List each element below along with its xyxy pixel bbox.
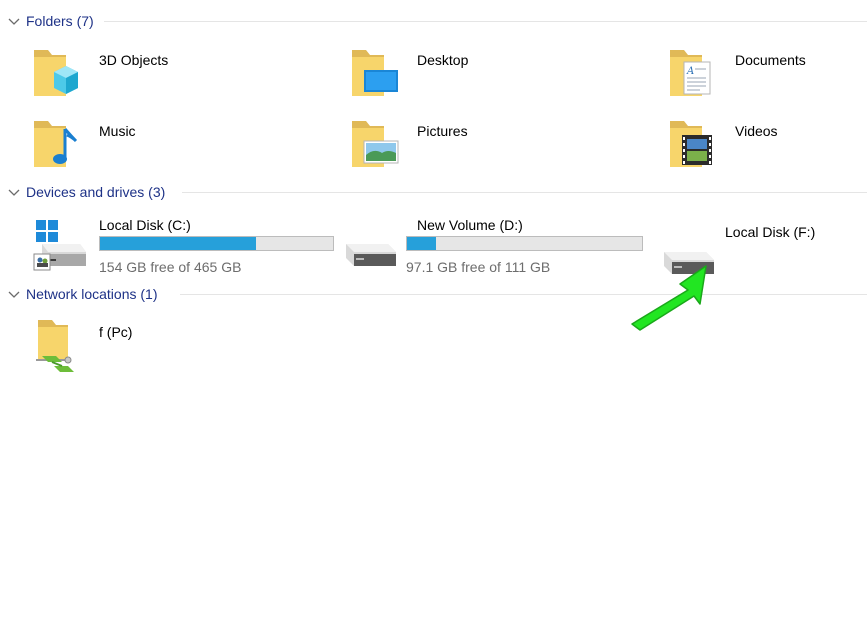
- drive-name: Local Disk (C:): [99, 217, 191, 233]
- 3d-objects-folder-icon: [34, 50, 78, 96]
- group-divider: [180, 294, 867, 295]
- folder-item-pictures[interactable]: Pictures: [328, 113, 628, 175]
- chevron-down-icon[interactable]: [8, 289, 20, 299]
- drive-free-space: 154 GB free of 465 GB: [99, 259, 242, 275]
- folder-item-3d-objects[interactable]: 3D Objects: [10, 42, 310, 104]
- drive-usage-fill: [100, 237, 256, 250]
- windows-system-drive-icon: [33, 220, 86, 271]
- group-title-folders: Folders (7): [26, 13, 94, 29]
- svg-text:A: A: [686, 66, 694, 77]
- folder-item-videos[interactable]: Videos: [646, 113, 861, 175]
- drive-free-space: 97.1 GB free of 111 GB: [406, 259, 551, 275]
- videos-folder-icon: [670, 121, 712, 167]
- drive-usage-bar: [406, 236, 643, 251]
- music-folder-icon: [34, 121, 78, 167]
- group-title-network: Network locations (1): [26, 286, 158, 302]
- desktop-folder-icon: [352, 50, 398, 96]
- network-location-name: f (Pc): [99, 324, 133, 340]
- chevron-down-icon[interactable]: [8, 16, 20, 26]
- drive-item-d[interactable]: New Volume (D:) 97.1 GB free of 111 GB: [328, 212, 646, 275]
- network-folder-icon: [36, 320, 74, 372]
- folder-item-music[interactable]: Music: [10, 113, 310, 175]
- drive-usage-bar: [99, 236, 334, 251]
- folder-name: Pictures: [417, 123, 468, 139]
- drive-name: Local Disk (F:): [725, 224, 816, 240]
- folder-name: Desktop: [417, 52, 469, 68]
- documents-folder-icon: A: [670, 50, 711, 96]
- drive-item-c[interactable]: Local Disk (C:) 154 GB free of 465 GB: [10, 212, 334, 275]
- chevron-down-icon[interactable]: [8, 187, 20, 197]
- folder-item-documents[interactable]: A Documents: [646, 42, 861, 104]
- pictures-folder-icon: [352, 121, 399, 167]
- folder-name: 3D Objects: [99, 52, 169, 68]
- network-item-f-pc[interactable]: f (Pc): [10, 314, 310, 376]
- drive-usage-fill: [407, 237, 437, 250]
- folder-item-desktop[interactable]: Desktop: [328, 42, 628, 104]
- pointer-arrow-icon: [631, 265, 707, 331]
- group-title-drives: Devices and drives (3): [26, 184, 166, 200]
- group-divider: [182, 192, 867, 193]
- group-header-network[interactable]: Network locations (1): [0, 283, 867, 305]
- folder-name: Videos: [735, 123, 778, 139]
- group-divider: [104, 21, 867, 22]
- group-header-drives[interactable]: Devices and drives (3): [0, 181, 867, 203]
- drive-name: New Volume (D:): [417, 217, 523, 233]
- folder-name: Documents: [735, 52, 806, 68]
- group-header-folders[interactable]: Folders (7): [0, 10, 867, 32]
- folder-name: Music: [99, 123, 136, 139]
- hard-drive-icon: [346, 244, 396, 266]
